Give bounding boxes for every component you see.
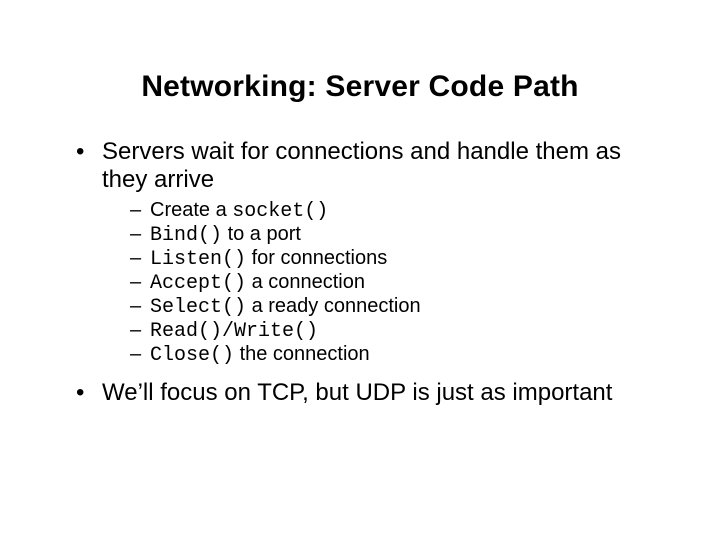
sub-create-socket: Create a socket() — [136, 199, 660, 223]
bullet-servers-wait: Servers wait for connections and handle … — [86, 138, 660, 367]
sub-list: Create a socket() Bind() to a port Liste… — [102, 199, 660, 367]
sub-listen: Listen() for connections — [136, 247, 660, 271]
sub-read-write: Read()/Write() — [136, 319, 660, 343]
bullet-text: Servers wait for connections and handle … — [102, 138, 621, 193]
sub-close: Close() the connection — [136, 343, 660, 367]
code-close: Close() — [150, 344, 234, 367]
slide-title: Networking: Server Code Path — [60, 70, 660, 104]
sub-text-post: a connection — [246, 271, 365, 293]
sub-select: Select() a ready connection — [136, 295, 660, 319]
bullet-list: Servers wait for connections and handle … — [60, 138, 660, 407]
code-listen: Listen() — [150, 248, 246, 271]
code-accept: Accept() — [150, 272, 246, 295]
sub-text-pre: Create a — [150, 199, 232, 221]
sub-text-post: to a port — [222, 223, 301, 245]
sub-text-post: a ready connection — [246, 295, 421, 317]
code-select: Select() — [150, 296, 246, 319]
code-socket: socket() — [232, 200, 328, 223]
bullet-text: We’ll focus on TCP, but UDP is just as i… — [102, 379, 612, 406]
code-bind: Bind() — [150, 224, 222, 247]
sub-text-post: for connections — [246, 247, 387, 269]
slide: Networking: Server Code Path Servers wai… — [0, 0, 720, 540]
sub-text-post: the connection — [234, 343, 370, 365]
sub-accept: Accept() a connection — [136, 271, 660, 295]
code-read-write: Read()/Write() — [150, 320, 318, 343]
sub-bind: Bind() to a port — [136, 223, 660, 247]
bullet-tcp-udp: We’ll focus on TCP, but UDP is just as i… — [86, 379, 660, 407]
